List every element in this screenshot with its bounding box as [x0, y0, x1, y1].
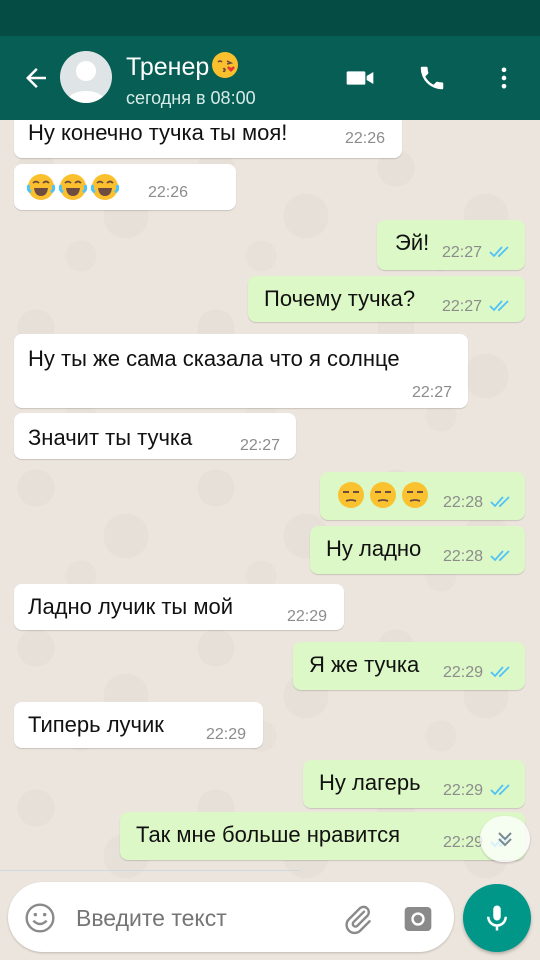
more-options-button[interactable] [482, 56, 526, 100]
message-text: Эй! [395, 230, 430, 255]
message-time: 22:29 [206, 726, 247, 743]
message-text: Так мне больше нравится [136, 822, 401, 847]
face-with-tears-of-joy-icon [90, 174, 120, 200]
message-time: 22:27 [442, 298, 483, 315]
message-text: Значит ты тучка [28, 425, 193, 450]
message-text: Типерь лучик [28, 712, 164, 737]
message-bubble-outgoing[interactable]: Эй! 22:27 [377, 220, 525, 270]
unamused-face-icon [338, 482, 364, 508]
voice-message-button[interactable] [463, 884, 531, 952]
video-call-button[interactable] [338, 56, 382, 100]
message-time: 22:27 [412, 384, 453, 401]
message-bubble-incoming[interactable]: 22:26 [14, 164, 236, 210]
message-text: Ну ты же сама сказала что я солнце [28, 346, 400, 371]
message-bubble-incoming[interactable]: Ну ты же сама сказала что я солнце 22:27 [14, 334, 468, 408]
read-ticks-icon [489, 246, 509, 258]
chevron-double-down-icon [498, 832, 512, 847]
message-bubble-incoming[interactable]: Значит ты тучка 22:27 [14, 413, 296, 459]
read-ticks-icon [490, 496, 510, 508]
message-text: Ладно лучик ты мой [28, 594, 233, 619]
read-ticks-icon [489, 300, 509, 312]
contact-name[interactable]: Тренер [126, 50, 240, 82]
message-text: Ну конечно тучка ты моя! [28, 120, 288, 145]
message-time: 22:29 [443, 782, 484, 799]
emoji-icon [25, 903, 55, 933]
message-input-bar [8, 882, 454, 952]
read-ticks-icon [490, 784, 510, 796]
message-time: 22:27 [240, 437, 281, 454]
divider [0, 870, 300, 871]
message-time: 22:28 [443, 548, 484, 565]
message-bubble-incoming[interactable]: Ну конечно тучка ты моя! 22:26 [14, 120, 402, 158]
back-arrow-icon [26, 68, 46, 88]
message-time: 22:29 [443, 664, 484, 681]
camera-icon [404, 907, 432, 931]
default-avatar-icon [66, 61, 106, 103]
message-bubble-outgoing[interactable]: Я же тучка 22:29 [293, 642, 525, 690]
status-bar [0, 0, 540, 36]
read-ticks-icon [490, 666, 510, 678]
avatar[interactable] [60, 51, 112, 103]
message-text: Почему тучка? [264, 286, 416, 311]
chat-header: Тренер сегодня в 08:00 [0, 36, 540, 120]
unamused-face-icon [370, 482, 396, 508]
message-bubble-outgoing[interactable]: 22:28 [320, 472, 525, 520]
read-ticks-icon [490, 550, 510, 562]
face-with-tears-of-joy-icon [26, 174, 56, 200]
message-time: 22:27 [442, 244, 483, 261]
message-time: 22:28 [443, 494, 484, 511]
camera-button[interactable] [398, 899, 438, 939]
scroll-to-bottom-button[interactable] [480, 816, 530, 862]
face-with-tears-of-joy-icon [58, 174, 88, 200]
emoji-row [336, 480, 430, 516]
attach-icon [345, 905, 371, 935]
contact-name-text: Тренер [126, 53, 210, 81]
message-bubble-incoming[interactable]: Типерь лучик 22:29 [14, 702, 263, 748]
message-text: Я же тучка [309, 652, 420, 677]
message-text: Ну лагерь [319, 770, 421, 795]
message-input[interactable] [68, 898, 338, 938]
unamused-face-icon [402, 482, 428, 508]
message-bubble-outgoing[interactable]: Ну лагерь 22:29 [303, 760, 525, 808]
message-time: 22:26 [345, 130, 386, 147]
more-vert-icon [501, 67, 507, 89]
voice-call-button[interactable] [410, 56, 454, 100]
message-text: Ну ладно [326, 536, 422, 561]
back-button[interactable] [14, 58, 58, 98]
video-call-icon [346, 71, 374, 85]
message-bubble-outgoing[interactable]: Почему тучка? 22:27 [248, 276, 525, 322]
attach-button[interactable] [338, 899, 378, 939]
emoji-row [26, 172, 120, 208]
emoji-button[interactable] [22, 900, 58, 936]
phone-icon [420, 66, 444, 90]
message-time: 22:26 [148, 184, 189, 201]
mic-icon [487, 905, 507, 931]
face-blowing-kiss-icon [212, 52, 239, 78]
message-time: 22:29 [287, 608, 328, 625]
message-bubble-incoming[interactable]: Ладно лучик ты мой 22:29 [14, 584, 344, 630]
message-time: 22:29 [443, 834, 484, 851]
message-bubble-outgoing[interactable]: Ну ладно 22:28 [310, 526, 525, 574]
message-list[interactable]: Ну конечно тучка ты моя! 22:26 22:26 Эй!… [0, 120, 540, 880]
message-bubble-outgoing[interactable]: Так мне больше нравится 22:29 [120, 812, 525, 860]
last-seen-status: сегодня в 08:00 [126, 88, 256, 108]
